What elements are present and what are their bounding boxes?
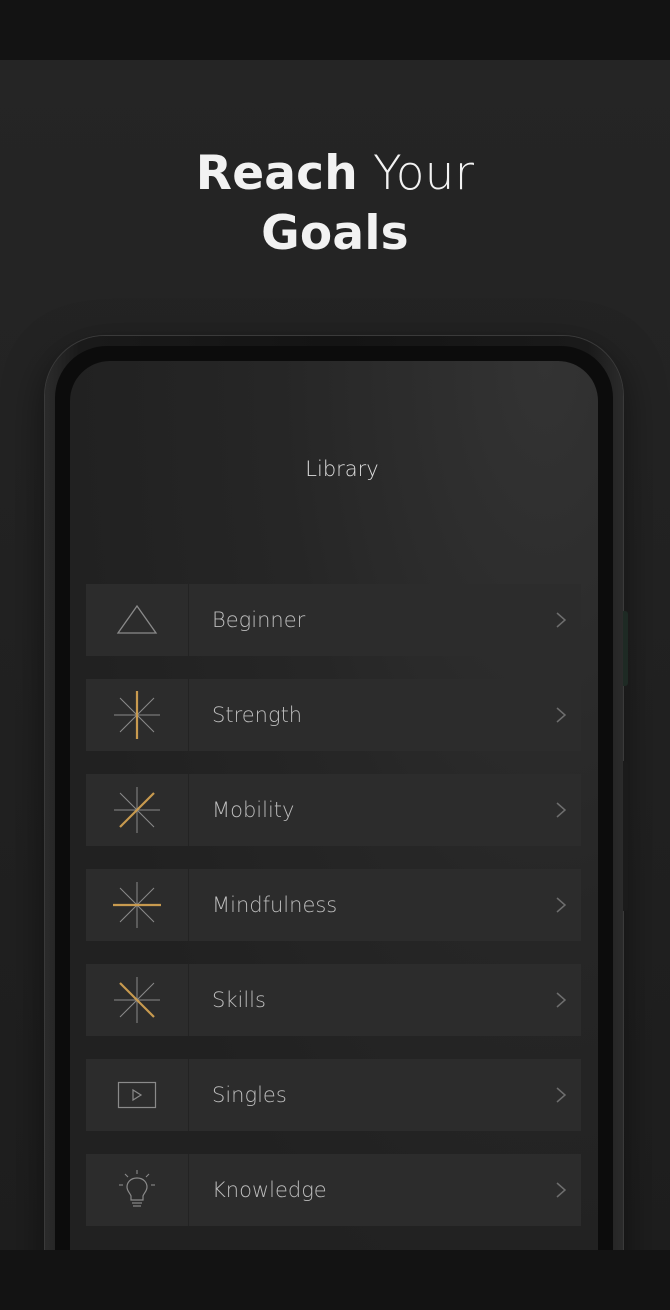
headline-goals: Goals xyxy=(261,206,409,261)
phone-side-button xyxy=(623,611,628,686)
item-icon-cell xyxy=(86,869,189,941)
item-label: Mobility xyxy=(212,798,295,822)
starburst-diagonal-accent-icon xyxy=(114,787,160,833)
phone-mockup: Library Beginner Strength Mobility Mindf… xyxy=(45,336,628,1250)
chevron-right-icon xyxy=(541,610,581,630)
item-icon-cell xyxy=(86,964,189,1036)
item-icon-cell xyxy=(86,774,189,846)
item-label: Skills xyxy=(212,988,266,1012)
screen-title: Library xyxy=(305,457,379,481)
item-icon-cell xyxy=(86,584,189,656)
item-icon-cell xyxy=(86,1154,189,1226)
item-icon-cell xyxy=(86,679,189,751)
play-box-icon xyxy=(117,1081,157,1109)
library-item-mobility[interactable]: Mobility xyxy=(86,774,581,846)
bottom-bar xyxy=(0,1250,670,1310)
library-item-beginner[interactable]: Beginner xyxy=(86,584,581,656)
item-icon-cell xyxy=(86,1059,189,1131)
headline-your: Your xyxy=(357,146,475,201)
item-label: Beginner xyxy=(212,608,306,632)
library-item-skills[interactable]: Skills xyxy=(86,964,581,1036)
item-label: Knowledge xyxy=(212,1178,327,1202)
chevron-right-icon xyxy=(541,800,581,820)
headline-line-1: Reach Your xyxy=(0,144,670,204)
item-label: Singles xyxy=(212,1083,287,1107)
top-bar xyxy=(0,0,670,60)
promo-stage: Reach Your Goals Library Beginner Streng… xyxy=(0,60,670,1250)
library-item-singles[interactable]: Singles xyxy=(86,1059,581,1131)
starburst-diagonal-down-accent-icon xyxy=(114,977,160,1023)
starburst-vertical-accent-icon xyxy=(114,691,160,739)
library-item-mindfulness[interactable]: Mindfulness xyxy=(86,869,581,941)
library-list: Beginner Strength Mobility Mindfulness S… xyxy=(86,584,581,1249)
chevron-right-icon xyxy=(541,1180,581,1200)
starburst-horizontal-accent-icon xyxy=(113,882,161,928)
item-label: Mindfulness xyxy=(212,893,338,917)
chevron-right-icon xyxy=(541,705,581,725)
item-label: Strength xyxy=(212,703,303,727)
chevron-right-icon xyxy=(541,895,581,915)
lightbulb-icon xyxy=(119,1170,155,1207)
headline-reach: Reach xyxy=(195,146,358,201)
library-item-strength[interactable]: Strength xyxy=(86,679,581,751)
phone-screen: Library Beginner Strength Mobility Mindf… xyxy=(70,361,598,1250)
library-item-knowledge[interactable]: Knowledge xyxy=(86,1154,581,1226)
phone-volume-button xyxy=(623,761,628,911)
chevron-right-icon xyxy=(541,1085,581,1105)
triangle-icon xyxy=(116,604,158,634)
chevron-right-icon xyxy=(541,990,581,1010)
headline: Reach Your Goals xyxy=(0,144,670,264)
